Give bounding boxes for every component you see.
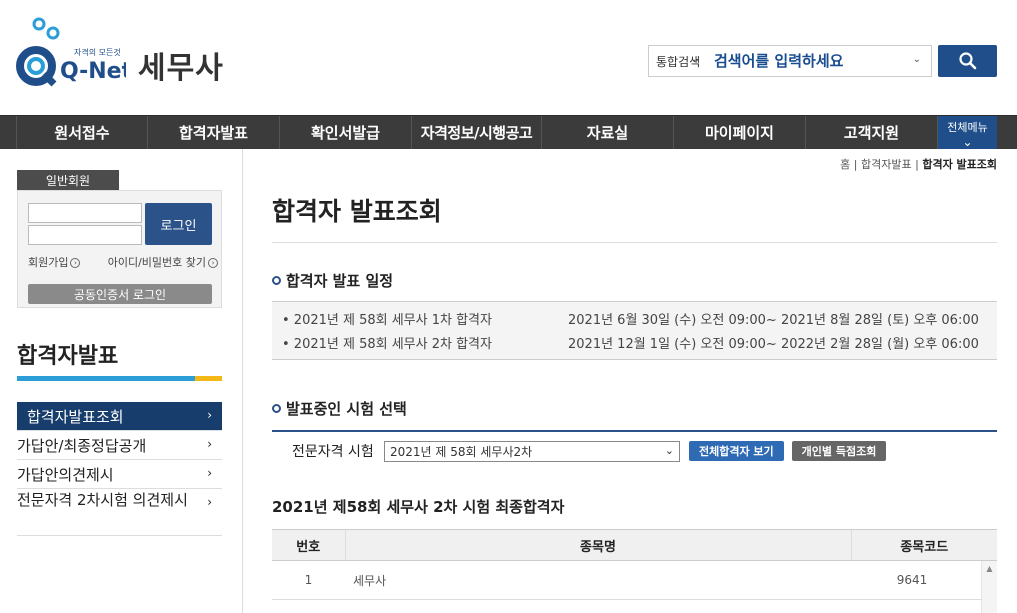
exam-select-row: 전문자격 시험 2021년 제 58회 세무사2차 ⌄ 전체합격자 보기 개인별… bbox=[272, 430, 997, 470]
all-menu-label: 전체메뉴 bbox=[947, 121, 988, 134]
login-button[interactable]: 로그인 bbox=[145, 203, 212, 245]
signup-link[interactable]: 회원가입 › bbox=[28, 254, 81, 270]
member-tab[interactable]: 일반회원 bbox=[17, 170, 119, 190]
breadcrumb-sep: | bbox=[915, 158, 919, 171]
search-box: 통합검색 ⌄ ⌄ bbox=[648, 45, 932, 77]
scroll-up-icon[interactable]: ▲ bbox=[982, 564, 997, 573]
find-account-link[interactable]: 아이디/비밀번호 찾기 › bbox=[108, 254, 218, 270]
column-header: 종목명 bbox=[344, 529, 851, 561]
table-scrollbar[interactable]: ▲ bbox=[981, 561, 997, 613]
chevron-down-icon: ⌄ bbox=[664, 443, 674, 457]
nav-item-mypage[interactable]: 마이페이지 bbox=[674, 116, 806, 149]
chevron-right-icon: › bbox=[70, 258, 81, 268]
breadcrumb-home[interactable]: 홈 bbox=[840, 158, 850, 171]
chevron-right-icon: › bbox=[207, 466, 212, 480]
logo-tagline: 자격의 모든것 bbox=[74, 47, 121, 57]
nav-item-support[interactable]: 고객지원 bbox=[806, 116, 938, 149]
schedule-box: • 2021년 제 58회 세무사 1차 합격자 2021년 6월 30일 (수… bbox=[272, 301, 997, 360]
chevron-right-icon: › bbox=[207, 495, 212, 509]
sidebar-item-label: 합격자발표조회 bbox=[27, 407, 124, 426]
bullet-icon bbox=[272, 404, 281, 413]
search-category-select[interactable]: 통합검색 ⌄ bbox=[649, 46, 706, 76]
exam-select-section-title: 발표중인 시험 선택 bbox=[272, 398, 407, 419]
schedule-name: • 2021년 제 58회 세무사 1차 합격자 bbox=[282, 312, 492, 328]
bullet-icon bbox=[272, 276, 281, 285]
sidebar-item-label: 가답안/최종정답공개 bbox=[17, 436, 147, 455]
search-input[interactable] bbox=[706, 46, 931, 76]
search-button[interactable] bbox=[938, 45, 997, 77]
main-content: 홈 | 합격자발표 | 합격자 발표조회 합격자 발표조회 합격자 발표 일정 … bbox=[272, 149, 997, 613]
login-links: 회원가입 › 아이디/비밀번호 찾기 › bbox=[28, 254, 218, 270]
password-field[interactable] bbox=[28, 225, 142, 245]
nav-item-apply[interactable]: 원서접수 bbox=[16, 116, 148, 149]
id-field[interactable] bbox=[28, 203, 142, 223]
chevron-right-icon: › bbox=[207, 437, 212, 451]
sidebar-item-results-lookup[interactable]: 합격자발표조회 › bbox=[17, 402, 222, 431]
schedule-title-text: 합격자 발표 일정 bbox=[286, 272, 394, 290]
schedule-period: 2021년 12월 1일 (수) 오전 09:00~ 2022년 2월 28일 … bbox=[568, 336, 979, 352]
cell-no: 1 bbox=[272, 560, 345, 600]
sidebar-title-underline bbox=[17, 376, 222, 381]
sidebar-item-2nd-exam-opinion[interactable]: 전문자격 2차시험 의견제시 › bbox=[17, 489, 222, 536]
signup-link-label: 회원가입 bbox=[28, 256, 69, 269]
result-title: 2021년 제58회 세무사 2차 시험 최종합격자 bbox=[272, 498, 565, 516]
sidebar-item-label: 전문자격 2차시험 의견제시 bbox=[17, 491, 188, 509]
table-row[interactable]: 1 세무사 9641 bbox=[272, 560, 997, 600]
logo-wordmark: Q-Net bbox=[60, 59, 126, 84]
schedule-name: • 2021년 제 58회 세무사 2차 합격자 bbox=[282, 336, 492, 352]
site-title: 세무사 bbox=[138, 51, 224, 86]
view-all-passers-button[interactable]: 전체합격자 보기 bbox=[689, 441, 784, 461]
schedule-row: • 2021년 제 58회 세무사 2차 합격자 2021년 12월 1일 (수… bbox=[282, 330, 982, 354]
chevron-down-icon: ⌄ bbox=[691, 54, 700, 65]
page-title: 합격자 발표조회 bbox=[272, 197, 442, 226]
sidebar-item-answers[interactable]: 가답안/최종정답공개 › bbox=[17, 431, 222, 460]
header: 자격의 모든것 Q-Net 세무사 통합검색 ⌄ ⌄ bbox=[0, 0, 1017, 115]
cell-code: 9641 bbox=[851, 560, 997, 600]
schedule-period: 2021년 6월 30일 (수) 오전 09:00~ 2021년 8월 28일 … bbox=[568, 312, 979, 328]
find-account-label: 아이디/비밀번호 찾기 bbox=[107, 256, 206, 269]
divider bbox=[272, 242, 997, 243]
breadcrumb: 홈 | 합격자발표 | 합격자 발표조회 bbox=[840, 156, 997, 172]
chevron-right-icon: › bbox=[208, 258, 218, 268]
cert-login-button[interactable]: 공동인증서 로그인 bbox=[28, 284, 212, 304]
exam-select-label: 전문자격 시험 bbox=[292, 444, 374, 460]
nav-item-qualification-info[interactable]: 자격정보/시행공고 bbox=[412, 116, 542, 149]
search-icon bbox=[958, 52, 976, 70]
sidebar-title: 합격자발표 bbox=[17, 344, 119, 369]
breadcrumb-sep: | bbox=[853, 158, 858, 171]
underline-accent bbox=[195, 376, 222, 381]
schedule-row: • 2021년 제 58회 세무사 1차 합격자 2021년 6월 30일 (수… bbox=[282, 306, 982, 330]
sidebar-menu: 합격자발표조회 › 가답안/최종정답공개 › 가답안의견제시 › 전문자격 2차… bbox=[17, 402, 222, 536]
column-header: 번호 bbox=[272, 529, 345, 561]
cell-name: 세무사 bbox=[345, 560, 851, 600]
qnet-logo[interactable]: 자격의 모든것 Q-Net bbox=[16, 16, 126, 90]
chevron-right-icon: › bbox=[207, 408, 212, 422]
nav-item-certificate[interactable]: 확인서발급 bbox=[280, 116, 412, 149]
column-header: 종목코드 bbox=[850, 529, 997, 561]
breadcrumb-current: 합격자 발표조회 bbox=[922, 158, 997, 171]
login-box: 로그인 회원가입 › 아이디/비밀번호 찾기 › 공동인증서 로그인 bbox=[17, 190, 222, 308]
breadcrumb-level1[interactable]: 합격자발표 bbox=[861, 158, 912, 171]
exam-select-title-text: 발표중인 시험 선택 bbox=[286, 400, 407, 418]
sidebar-item-answer-opinion[interactable]: 가답안의견제시 › bbox=[17, 460, 222, 489]
schedule-section-title: 합격자 발표 일정 bbox=[272, 270, 393, 291]
main-nav: 원서접수 합격자발표 확인서발급 자격정보/시행공고 자료실 마이페이지 고객지… bbox=[0, 115, 1017, 149]
exam-select-value: 2021년 제 58회 세무사2차 bbox=[390, 444, 533, 459]
table-header-row: 번호 종목명 종목코드 bbox=[272, 529, 997, 561]
chevron-down-icon: ⌄ bbox=[962, 135, 973, 149]
result-table: 번호 종목명 종목코드 1 세무사 9641 bbox=[272, 529, 997, 600]
all-menu-button[interactable]: 전체메뉴 ⌄ bbox=[938, 116, 997, 149]
chevron-down-icon[interactable]: ⌄ bbox=[913, 54, 921, 65]
nav-item-results[interactable]: 합격자발표 bbox=[148, 116, 280, 149]
sidebar-item-label: 가답안의견제시 bbox=[17, 465, 114, 484]
nav-item-library[interactable]: 자료실 bbox=[542, 116, 674, 149]
score-lookup-button[interactable]: 개인별 득점조회 bbox=[791, 441, 887, 461]
left-sidebar: 일반회원 로그인 회원가입 › 아이디/비밀번호 찾기 › 공동인증서 로그인 합격… bbox=[0, 149, 243, 613]
exam-select-dropdown[interactable]: 2021년 제 58회 세무사2차 ⌄ bbox=[384, 440, 680, 462]
